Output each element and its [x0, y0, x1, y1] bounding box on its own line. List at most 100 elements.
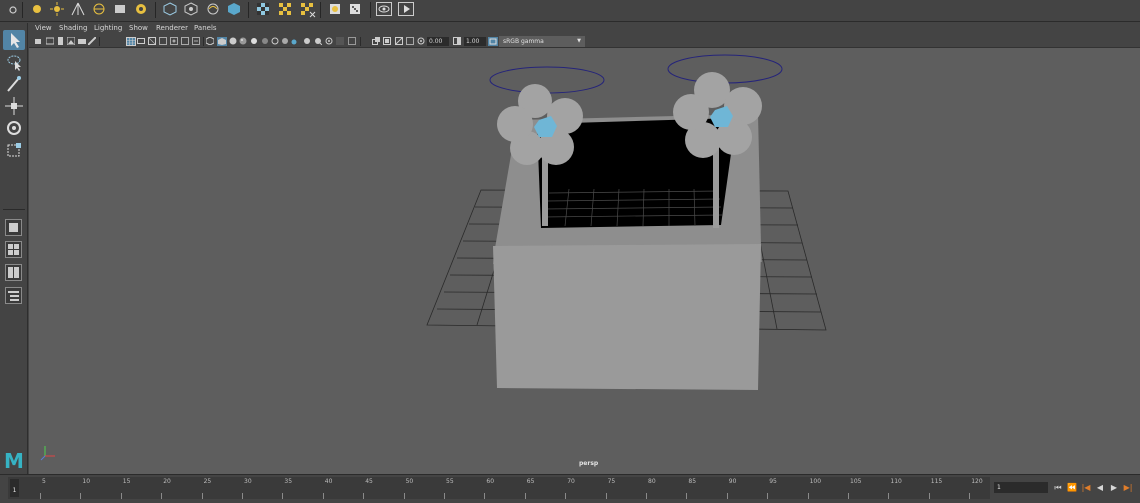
camera-icon[interactable] — [163, 2, 177, 16]
step-forward-key-icon[interactable]: ▶| — [1123, 482, 1133, 493]
xray-joints-icon[interactable] — [336, 37, 344, 45]
menu-renderer[interactable]: Renderer — [156, 24, 188, 32]
time-tick — [524, 493, 526, 499]
xray-icon[interactable] — [325, 37, 333, 45]
menu-view[interactable]: View — [35, 24, 52, 32]
multisample-aa-icon[interactable] — [291, 37, 299, 45]
step-back-key-icon[interactable]: |◀ — [1081, 482, 1091, 493]
scale-tool-icon[interactable] — [3, 140, 25, 160]
menu-shading[interactable]: Shading — [59, 24, 87, 32]
grid-toggle-icon[interactable] — [126, 37, 136, 46]
shelf-options-icon[interactable] — [8, 4, 22, 18]
directional-light-icon[interactable] — [50, 2, 64, 16]
wireframe-on-shaded-icon[interactable] — [229, 37, 237, 45]
ambient-light-icon[interactable] — [92, 2, 106, 16]
exposure-icon[interactable] — [417, 37, 425, 45]
panel-menu-bar: View Shading Lighting Show Renderer Pane… — [29, 23, 1140, 35]
outliner-layout-icon[interactable] — [5, 287, 22, 304]
shadows-icon[interactable] — [261, 37, 269, 45]
select-camera-icon[interactable] — [35, 37, 43, 45]
time-tick — [807, 493, 809, 499]
checker-texture-icon[interactable] — [256, 2, 270, 16]
view-transform-icon[interactable] — [488, 37, 498, 46]
current-frame-marker[interactable]: 1 — [10, 479, 19, 497]
frame-selected-icon[interactable] — [383, 37, 391, 45]
render-current-frame-icon[interactable] — [398, 2, 414, 16]
play-forwards-icon[interactable]: ▶ — [1109, 482, 1119, 493]
gate-mask-icon[interactable] — [159, 37, 167, 45]
film-gate-icon[interactable] — [137, 37, 145, 45]
dice-icon[interactable] — [348, 2, 362, 16]
time-tick-label: 40 — [324, 478, 333, 485]
safe-title-icon[interactable] — [192, 37, 200, 45]
use-all-lights-icon[interactable] — [250, 37, 258, 45]
screen-space-ao-icon[interactable] — [271, 37, 279, 45]
single-view-layout-icon[interactable] — [5, 219, 22, 236]
color-space-dropdown[interactable]: sRGB gamma ▼ — [499, 36, 585, 47]
exposure-field[interactable]: 0.00 — [427, 37, 449, 46]
time-tick-label: 110 — [890, 478, 902, 485]
play-backwards-icon[interactable]: ◀ — [1095, 482, 1105, 493]
resolution-gate-icon[interactable] — [147, 36, 157, 46]
camera-label: persp — [579, 460, 599, 467]
point-light-icon[interactable] — [30, 2, 44, 16]
persp-viewport[interactable]: persp — [29, 48, 1140, 474]
grease-pencil-icon[interactable] — [87, 36, 97, 46]
menu-panels[interactable]: Panels — [194, 24, 217, 32]
toolbox-divider — [3, 209, 25, 210]
time-tick-label: 115 — [930, 478, 943, 485]
camera-aim-icon[interactable] — [184, 2, 198, 16]
time-tick-label: 20 — [163, 478, 171, 485]
time-tick — [605, 493, 607, 499]
camera-attributes-icon[interactable] — [45, 37, 55, 45]
gamma-field[interactable]: 1.00 — [464, 37, 486, 46]
paint-select-tool-icon[interactable] — [3, 74, 25, 94]
time-tick — [282, 493, 284, 499]
render-settings-icon[interactable] — [206, 2, 220, 16]
hypershade-icon[interactable] — [227, 2, 241, 16]
four-view-layout-icon[interactable] — [5, 241, 22, 258]
render-view-icon[interactable] — [376, 2, 392, 16]
xray-active-components-icon[interactable] — [348, 37, 356, 45]
time-tick-label: 45 — [365, 478, 373, 485]
wireframe-icon[interactable] — [205, 36, 215, 46]
frame-all-icon[interactable] — [372, 37, 380, 45]
time-ruler[interactable]: 5 10 15 20 25 30 35 40 45 50 55 60 65 70 75 80 85 90 95 100… — [8, 477, 990, 499]
bookmarks-icon[interactable] — [57, 37, 65, 45]
camera-settings-icon[interactable] — [406, 37, 414, 45]
gamma-icon[interactable] — [453, 37, 461, 45]
time-tick-label: 30 — [244, 478, 252, 485]
select-tool-icon[interactable] — [3, 30, 25, 50]
exposure-toggle-icon[interactable] — [394, 36, 404, 46]
spot-light-icon[interactable] — [71, 2, 85, 16]
two-view-layout-icon[interactable] — [5, 264, 22, 281]
go-to-start-icon[interactable]: ⏮ — [1053, 482, 1063, 493]
shelf-separator — [370, 2, 371, 18]
2d-pan-zoom-icon[interactable] — [78, 37, 86, 45]
motion-blur-icon[interactable] — [281, 37, 289, 45]
volume-light-icon[interactable] — [134, 2, 148, 16]
rotate-tool-icon[interactable] — [3, 118, 25, 138]
material-ball-icon[interactable] — [328, 2, 342, 16]
move-tool-icon[interactable] — [3, 96, 25, 116]
area-light-icon[interactable] — [113, 2, 127, 16]
delete-texture-icon[interactable] — [300, 2, 316, 18]
field-chart-icon[interactable] — [170, 37, 178, 45]
time-tick — [565, 493, 567, 499]
current-frame-field[interactable]: 1 — [994, 482, 1048, 493]
lasso-tool-icon[interactable] — [3, 52, 25, 72]
textured-icon[interactable] — [239, 37, 247, 45]
time-tick-label: 120 — [971, 478, 983, 485]
menu-show[interactable]: Show — [129, 24, 148, 32]
isolate-select-icon[interactable] — [314, 37, 323, 46]
depth-of-field-icon[interactable] — [303, 37, 311, 45]
step-back-frame-icon[interactable]: ⏪ — [1067, 482, 1077, 493]
image-plane-icon[interactable] — [66, 36, 76, 46]
scene-canvas[interactable] — [29, 48, 1140, 474]
grid-texture-icon[interactable] — [278, 2, 292, 16]
time-tick-label: 80 — [648, 478, 656, 485]
safe-action-icon[interactable] — [181, 37, 189, 45]
menu-lighting[interactable]: Lighting — [94, 24, 122, 32]
smooth-shade-icon[interactable] — [217, 37, 227, 46]
time-tick-label: 5 — [42, 478, 46, 485]
